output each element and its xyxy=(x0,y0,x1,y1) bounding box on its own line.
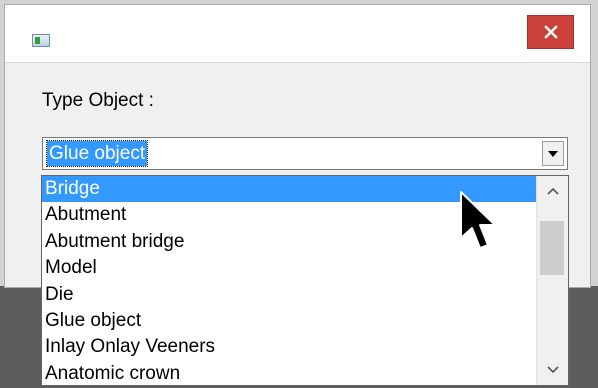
type-object-label: Type Object : xyxy=(42,90,154,111)
chevron-up-icon xyxy=(546,187,559,195)
screen: Type Object : Glue object Bridge Abutment… xyxy=(0,0,598,388)
dropdown-option[interactable]: Glue object xyxy=(42,308,536,334)
type-object-dropdown-list[interactable]: Bridge Abutment Abutment bridge Model Die Glu… xyxy=(41,175,569,386)
title-bar[interactable] xyxy=(5,5,590,63)
combo-dropdown-button[interactable] xyxy=(542,141,564,166)
close-icon xyxy=(543,25,558,39)
scroll-down-button[interactable] xyxy=(537,355,568,385)
chevron-down-icon xyxy=(548,150,558,157)
dropdown-option[interactable]: Bridge xyxy=(42,176,536,203)
app-window-icon xyxy=(32,34,50,47)
scroll-thumb[interactable] xyxy=(540,221,564,275)
scroll-up-button[interactable] xyxy=(537,176,568,206)
combo-selected-value: Glue object xyxy=(45,140,149,167)
dropdown-option[interactable]: Die xyxy=(42,282,536,308)
chevron-down-icon xyxy=(546,366,559,374)
close-button[interactable] xyxy=(527,15,574,49)
dropdown-option[interactable]: Anatomic crown xyxy=(42,361,536,385)
dropdown-options: Bridge Abutment Abutment bridge Model Die Glu… xyxy=(42,176,536,385)
dropdown-option[interactable]: Model xyxy=(42,255,536,281)
dropdown-option[interactable]: Inlay Onlay Veeners xyxy=(42,334,536,360)
type-object-combobox[interactable]: Glue object xyxy=(42,137,568,170)
dropdown-scrollbar[interactable] xyxy=(536,176,568,385)
dropdown-option[interactable]: Abutment bridge xyxy=(42,229,536,255)
dropdown-option[interactable]: Abutment xyxy=(42,202,536,228)
